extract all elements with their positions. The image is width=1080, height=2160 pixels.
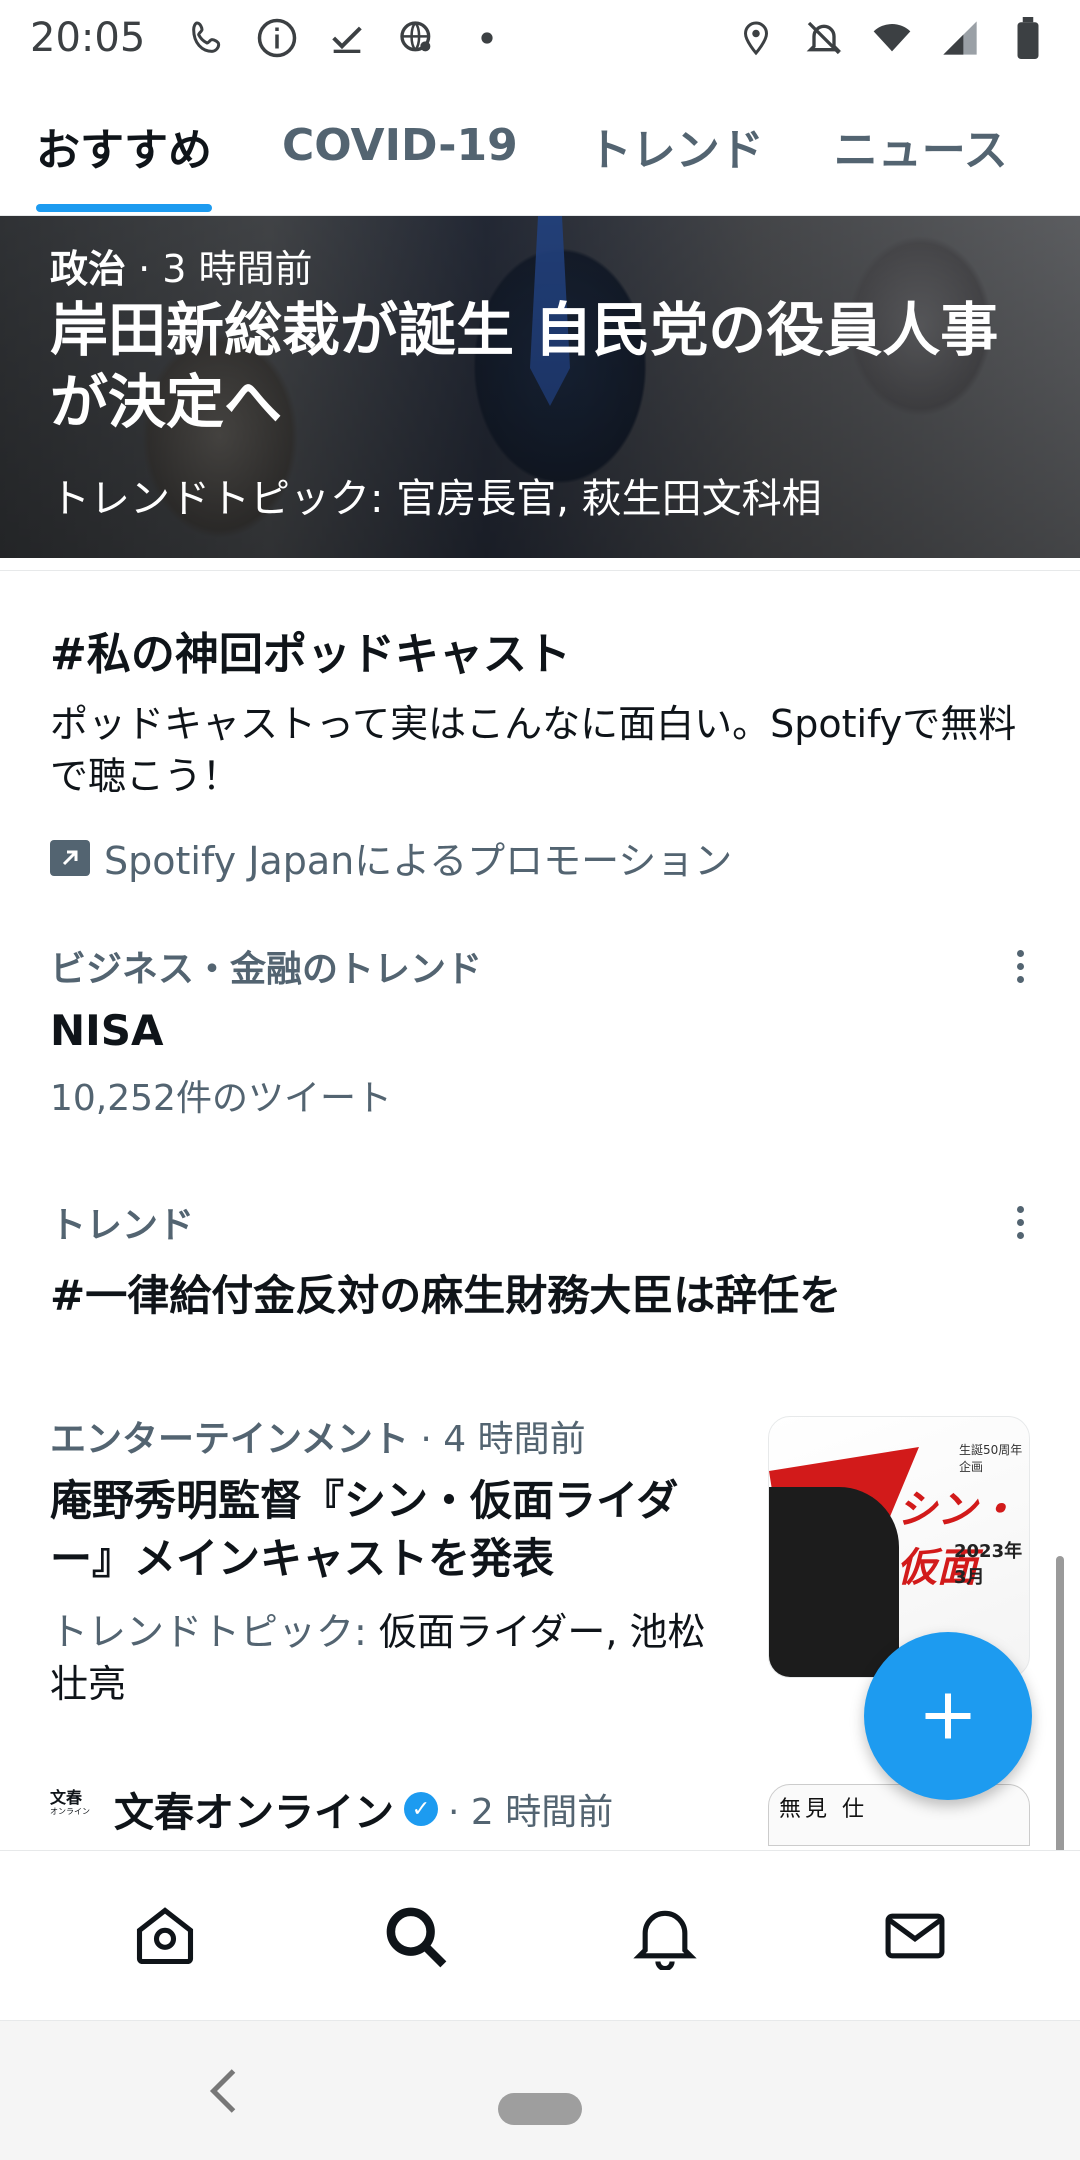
promo-title: #私の神回ポッドキャスト xyxy=(50,629,571,680)
home-gesture-pill[interactable] xyxy=(498,2093,582,2125)
trend-category: トレンド xyxy=(50,1205,195,1246)
status-time: 20:05 xyxy=(30,15,146,61)
notifications-off-icon xyxy=(802,16,846,60)
promo-description: ポッドキャストって実はこんなに面白い。Spotifyで無料で聴こう！ xyxy=(50,702,1017,798)
promoted-by: Spotify Japanによるプロモーション xyxy=(50,830,1040,885)
system-navigation-bar xyxy=(0,2020,1080,2160)
news-source-row[interactable]: 文春 オンライン 文春オンライン ✓ · 2 時間前 xyxy=(50,1780,613,1838)
hero-category: 政治 xyxy=(50,247,127,291)
news-thumbnail[interactable]: 無見 仕 xyxy=(768,1784,1030,1846)
search-icon xyxy=(386,1907,447,1967)
promoted-icon xyxy=(50,839,90,876)
hero-topics: トレンドトピック: 官房長官, 萩生田文科相 xyxy=(50,476,822,522)
home-icon xyxy=(136,1906,194,1964)
plus-icon xyxy=(925,1693,971,1739)
wifi-icon xyxy=(870,16,914,60)
trend-topic: NISA xyxy=(50,1006,164,1055)
trend-count: 10,252件のツイート xyxy=(50,1078,392,1119)
news-meta: エンターテインメント · 4 時間前 xyxy=(50,1410,730,1462)
hero-news-card[interactable]: 政治 · 3 時間前 岸田新総裁が誕生 自民党の役員人事が決定へ トレンドトピッ… xyxy=(0,216,1080,558)
tab-news[interactable]: ニュース xyxy=(834,76,1008,215)
battery-icon xyxy=(1006,16,1050,60)
thumb-date: 2023年3月 xyxy=(954,1541,1023,1588)
news-headline: 庵野秀明監督『シン・仮面ライダー』メインキャストを発表 xyxy=(50,1476,679,1583)
trend-category: ビジネス・金融のトレンド xyxy=(50,949,483,990)
promoted-by-label: Spotify Japanによるプロモーション xyxy=(104,839,733,883)
back-icon[interactable] xyxy=(196,2061,256,2121)
hero-time: · 3 時間前 xyxy=(126,247,313,291)
more-options-icon[interactable] xyxy=(1000,936,1040,996)
trend-topic: #一律給付金反対の麻生財務大臣は辞任を xyxy=(50,1271,842,1320)
bell-icon xyxy=(633,1910,697,1970)
divider xyxy=(0,570,1080,571)
source-logo-sub: オンライン xyxy=(50,1807,90,1816)
trend-item[interactable]: トレンド #一律給付金反対の麻生財務大臣は辞任を xyxy=(50,1196,1040,1323)
more-options-icon[interactable] xyxy=(1000,1192,1040,1252)
nav-messages-button[interactable] xyxy=(865,1886,965,1986)
source-logo-text: 文春 xyxy=(50,1788,83,1807)
news-thumbnail[interactable]: 生誕50周年企画 シン・仮面 2023年3月 xyxy=(768,1416,1030,1678)
trend-item[interactable]: ビジネス・金融のトレンド NISA 10,252件のツイート xyxy=(50,940,1040,1121)
tab-covid19[interactable]: COVID-19 xyxy=(282,76,518,215)
promoted-trend[interactable]: #私の神回ポッドキャスト ポッドキャストって実はこんなに面白い。Spotifyで… xyxy=(50,618,1040,885)
mail-icon xyxy=(885,1913,945,1958)
verified-badge-icon: ✓ xyxy=(404,1792,438,1826)
location-icon xyxy=(734,16,778,60)
notification-dot-icon xyxy=(465,16,509,60)
bottom-navigation xyxy=(0,1850,1080,2020)
globe-search-icon xyxy=(395,16,439,60)
explore-tabs: おすすめ COVID-19 トレンド ニュース xyxy=(0,76,1080,216)
nav-notifications-button[interactable] xyxy=(615,1886,715,1986)
trend-topics-label: トレンドトピック: xyxy=(50,1610,379,1654)
news-category: エンターテインメント xyxy=(50,1419,409,1460)
tab-trends[interactable]: トレンド xyxy=(588,76,764,215)
status-bar: 20:05 xyxy=(0,0,1080,76)
source-name: 文春オンライン xyxy=(114,1790,394,1836)
tab-recommended[interactable]: おすすめ xyxy=(36,76,212,215)
info-icon xyxy=(255,16,299,60)
source-time: · 2 時間前 xyxy=(448,1792,614,1833)
news-item[interactable]: エンターテインメント · 4 時間前 庵野秀明監督『シン・仮面ライダー』メインキ… xyxy=(50,1410,730,1710)
hero-title: 岸田新総裁が誕生 自民党の役員人事が決定へ xyxy=(50,296,999,436)
news-time: · 4 時間前 xyxy=(408,1419,586,1460)
source-logo: 文春 オンライン xyxy=(50,1789,90,1829)
hero-meta: 政治 · 3 時間前 xyxy=(50,238,313,293)
nav-home-button[interactable] xyxy=(115,1886,215,1986)
news-trend-topics: トレンドトピック: 仮面ライダー, 池松壮亮 xyxy=(50,1606,730,1710)
signal-icon xyxy=(938,16,982,60)
thumb-small-text: 生誕50周年企画 xyxy=(959,1443,1023,1474)
nav-explore-button[interactable] xyxy=(365,1886,465,1986)
download-done-icon xyxy=(325,16,369,60)
wifi-calling-icon xyxy=(185,16,229,60)
compose-tweet-button[interactable] xyxy=(864,1632,1032,1800)
